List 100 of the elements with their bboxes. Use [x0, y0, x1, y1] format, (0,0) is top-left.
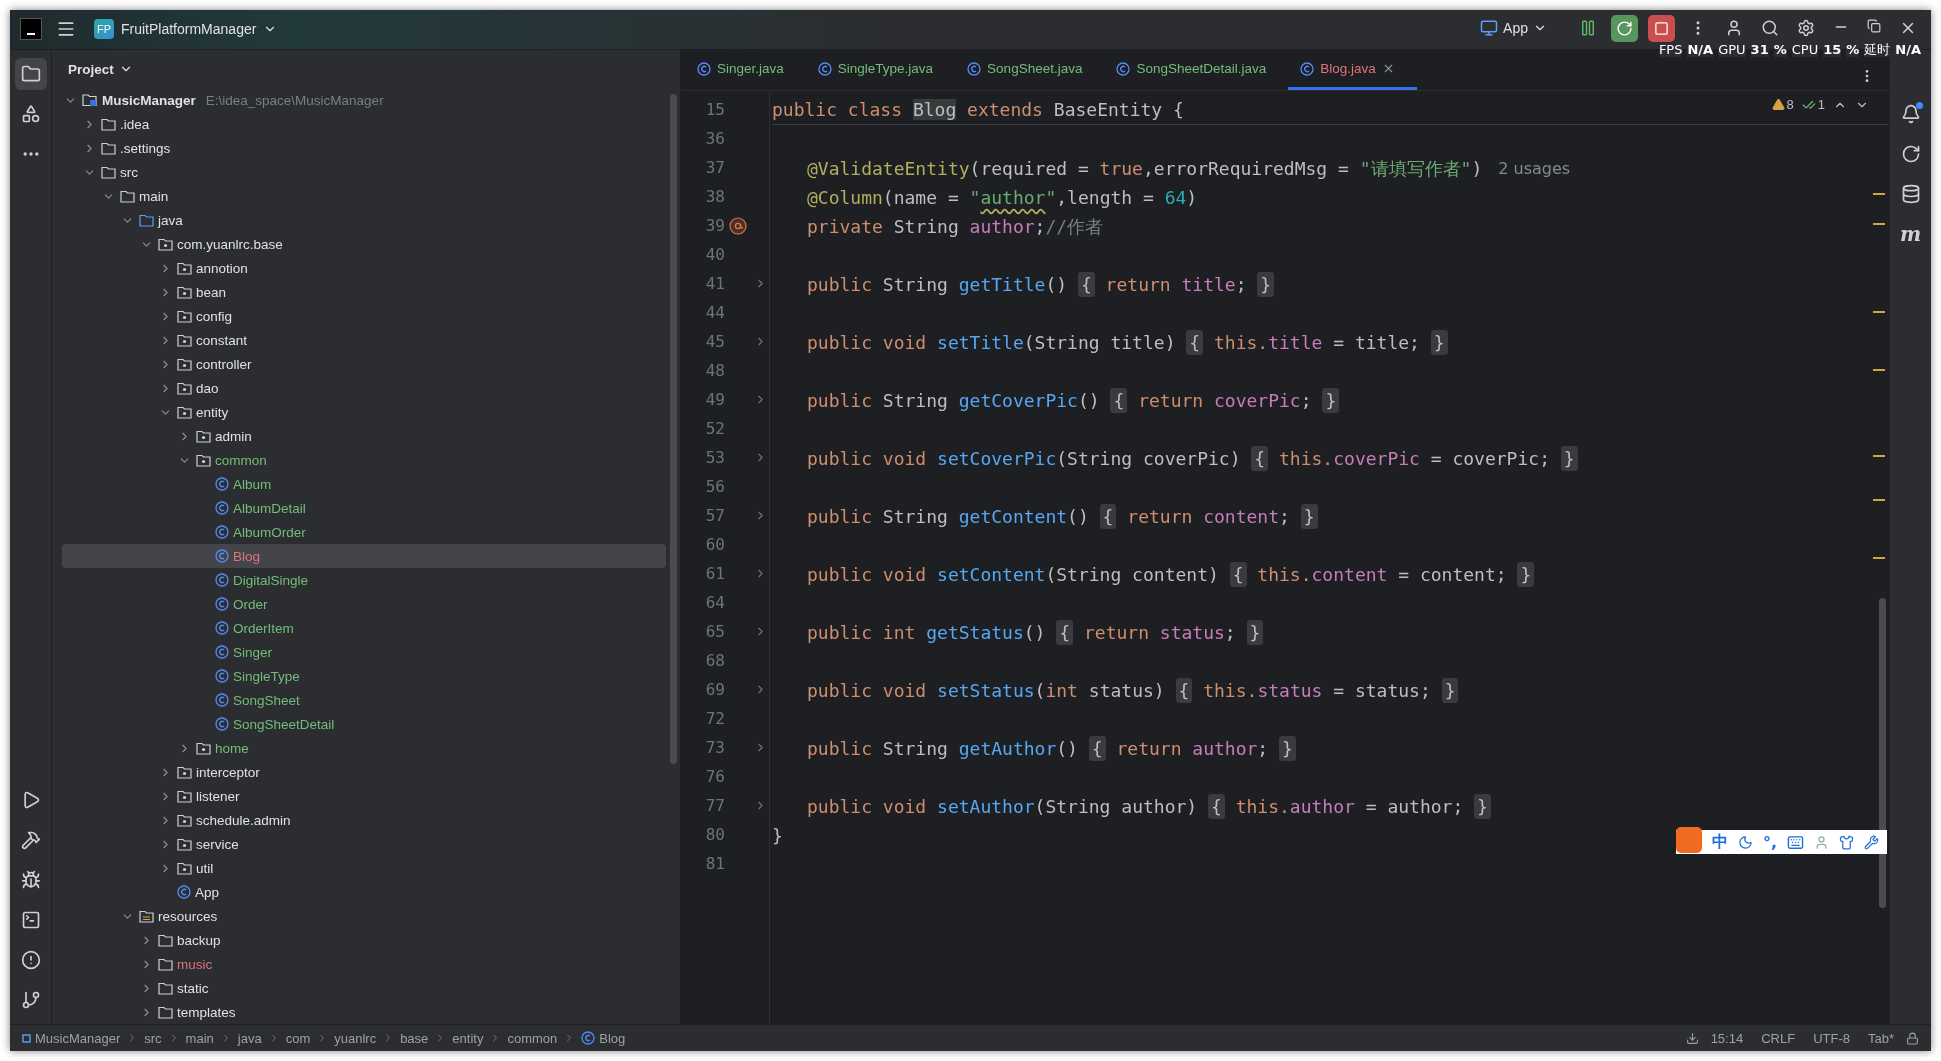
maven-tool-button[interactable]: m [1894, 218, 1927, 250]
breadcrumb[interactable]: yuanlrc [334, 1030, 377, 1046]
status-item[interactable]: 15:14 [1704, 1030, 1750, 1046]
tree-item[interactable]: controller [62, 352, 666, 376]
warnings-count[interactable]: 8 [1771, 97, 1794, 112]
editor-tab[interactable]: SingleType.java [805, 50, 956, 90]
tree-item[interactable]: MusicManager E:\idea_space\MusicManager [62, 88, 666, 112]
folder-tool-button[interactable] [14, 58, 47, 90]
package-icon [196, 741, 211, 755]
project-view-selector[interactable]: Project [62, 60, 139, 78]
editor-tab[interactable]: Singer.java [685, 50, 806, 90]
tree-item[interactable]: dao [62, 376, 666, 400]
bug-icon[interactable] [20, 870, 41, 890]
warning-icon[interactable] [1771, 98, 1785, 111]
tree-item[interactable]: AlbumDetail [62, 496, 666, 520]
breadcrumb[interactable]: common [507, 1030, 558, 1046]
tree-item[interactable]: AlbumOrder [62, 520, 666, 544]
terminal-icon[interactable] [20, 910, 41, 930]
weak-warnings-count[interactable]: 1 [1801, 97, 1825, 112]
project-switcher[interactable]: FP FruitPlatformManager [90, 15, 282, 43]
breadcrumb[interactable]: Blog [581, 1030, 626, 1046]
status-item[interactable]: UTF-8 [1807, 1030, 1856, 1046]
tree-item[interactable]: DigitalSingle [62, 568, 666, 592]
tree-item[interactable]: SongSheet [62, 688, 666, 712]
tree-item[interactable]: main [62, 184, 666, 208]
tree-item-label: Singer [233, 644, 273, 660]
download-icon[interactable] [1685, 1031, 1699, 1045]
shirt-icon[interactable] [1839, 834, 1854, 850]
tree-item[interactable]: entity [62, 400, 666, 424]
perf-overlay-text: 15 [1823, 42, 1842, 57]
tree-item[interactable]: static [62, 976, 666, 1000]
perf-overlay-text: CPU [1791, 42, 1819, 57]
database-icon[interactable] [1900, 184, 1921, 204]
code-line: public void setStatus(int status) { this.status = status; } [807, 680, 1459, 701]
tree-item[interactable]: SongSheetDetail [62, 712, 666, 736]
tree-item[interactable]: config [62, 304, 666, 328]
tree-item[interactable]: util [62, 856, 666, 880]
status-item[interactable]: Tab* [1861, 1030, 1900, 1046]
tree-item[interactable]: OrderItem [62, 616, 666, 640]
tree-item[interactable]: templates [62, 1000, 666, 1024]
app-logo-icon[interactable] [20, 18, 42, 40]
breadcrumb[interactable]: com [285, 1030, 311, 1046]
tree-item[interactable]: Order [62, 592, 666, 616]
tree-item[interactable]: listener [62, 784, 666, 808]
usages-hint[interactable]: 2 usages [1498, 159, 1571, 178]
tree-item[interactable]: schedule.admin [62, 808, 666, 832]
ime-mode[interactable]: 中 [1711, 831, 1728, 853]
tree-item[interactable]: interceptor [62, 760, 666, 784]
stop-button[interactable] [1648, 15, 1675, 42]
ime-logo-icon[interactable] [1675, 827, 1702, 853]
run-config-selector[interactable]: App [1476, 15, 1551, 41]
tree-item[interactable]: Singer [62, 640, 666, 664]
git-branch-icon[interactable] [20, 990, 41, 1010]
line-number: 53 [704, 448, 725, 467]
tree-item[interactable]: src [62, 160, 666, 184]
at-marker-icon[interactable] [729, 216, 747, 235]
tree-item-label: .idea [120, 116, 150, 132]
editor-tab[interactable]: SongSheetDetail.java [1104, 50, 1289, 90]
moon-icon[interactable] [1737, 834, 1753, 850]
tree-item[interactable]: Album [62, 472, 666, 496]
scrollbar[interactable] [1879, 598, 1886, 908]
tree-item[interactable]: admin [62, 424, 666, 448]
tree-item[interactable]: backup [62, 928, 666, 952]
tree-item[interactable]: bean [62, 280, 666, 304]
rerun-debug-button[interactable] [1611, 15, 1638, 42]
tree-item[interactable]: constant [62, 328, 666, 352]
tree-item[interactable]: java [62, 208, 666, 232]
keyboard-icon[interactable] [1787, 833, 1804, 851]
breadcrumb[interactable]: java [237, 1030, 262, 1046]
breadcrumb[interactable]: MusicManager [22, 1030, 121, 1046]
monitor-icon[interactable] [1480, 19, 1499, 37]
editor-tab[interactable]: Blog.java [1288, 50, 1417, 90]
tree-item[interactable]: service [62, 832, 666, 856]
bell-icon[interactable] [1900, 104, 1921, 124]
lock-icon[interactable] [1906, 1031, 1919, 1045]
tree-item[interactable]: music [62, 952, 666, 976]
tree-item[interactable]: .settings [62, 136, 666, 160]
tree-item[interactable]: common [62, 448, 666, 472]
breadcrumb[interactable]: base [400, 1030, 429, 1046]
tree-item[interactable]: home [62, 736, 666, 760]
tree-item[interactable]: annotion [62, 256, 666, 280]
class-icon [215, 621, 229, 635]
status-item[interactable]: CRLF [1755, 1030, 1802, 1046]
structure-icon[interactable] [20, 104, 41, 124]
wrench-icon[interactable] [1864, 834, 1879, 850]
scrollbar[interactable] [670, 94, 677, 764]
problems-icon[interactable] [20, 950, 41, 970]
tree-item[interactable]: com.yuanlrc.base [62, 232, 666, 256]
breadcrumb[interactable]: src [144, 1030, 162, 1046]
editor-tab[interactable]: SongSheet.java [955, 50, 1105, 90]
line-number: 49 [704, 390, 725, 409]
tree-item[interactable]: .idea [62, 112, 666, 136]
hammer-icon[interactable] [20, 830, 41, 850]
folder-icon[interactable] [20, 64, 41, 84]
tree-item[interactable]: resources [62, 904, 666, 928]
tree-item[interactable]: App [62, 880, 666, 904]
breadcrumb[interactable]: entity [452, 1030, 484, 1046]
breadcrumb[interactable]: main [185, 1030, 214, 1046]
ime-punctuation[interactable]: °, [1762, 832, 1777, 852]
tree-item[interactable]: SingleType [62, 664, 666, 688]
